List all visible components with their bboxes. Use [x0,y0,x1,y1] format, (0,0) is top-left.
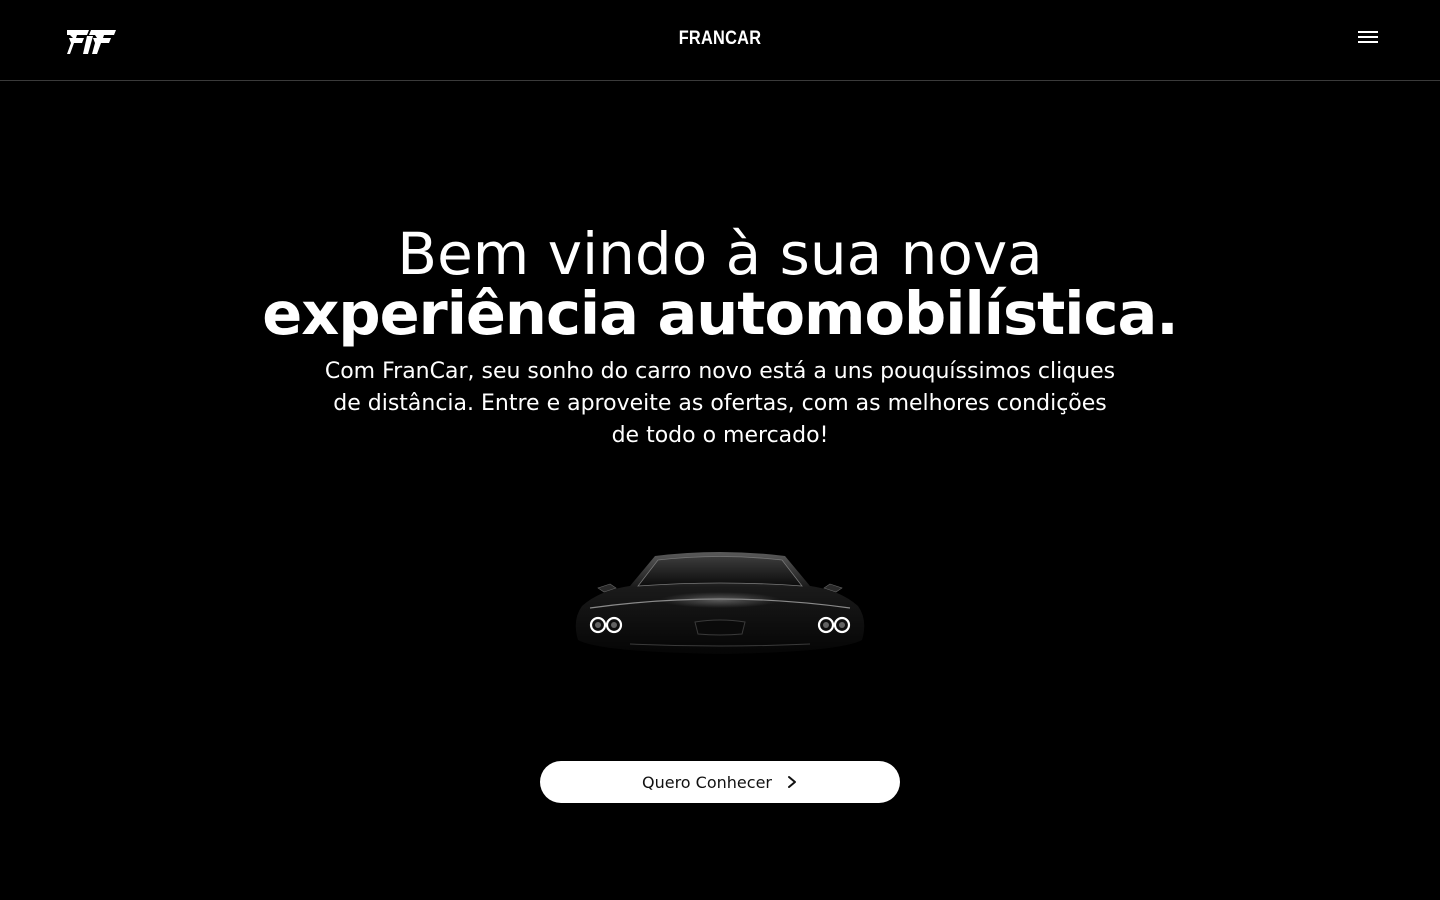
brand-title[interactable]: FRANCAR [101,28,1339,50]
chevron-right-icon [787,776,796,788]
hero-subtext: Com FranCar, seu sonho do carro novo est… [324,359,1116,448]
car-front-headlights-image [575,552,865,654]
hero-headline-bold: experiência automobilística. [262,279,1178,348]
quero-conhecer-button[interactable]: Quero Conhecer [540,761,900,803]
site-header: FRANCAR [0,0,1440,81]
cta-label: Quero Conhecer [642,772,772,792]
hamburger-menu-icon[interactable] [1355,28,1381,48]
